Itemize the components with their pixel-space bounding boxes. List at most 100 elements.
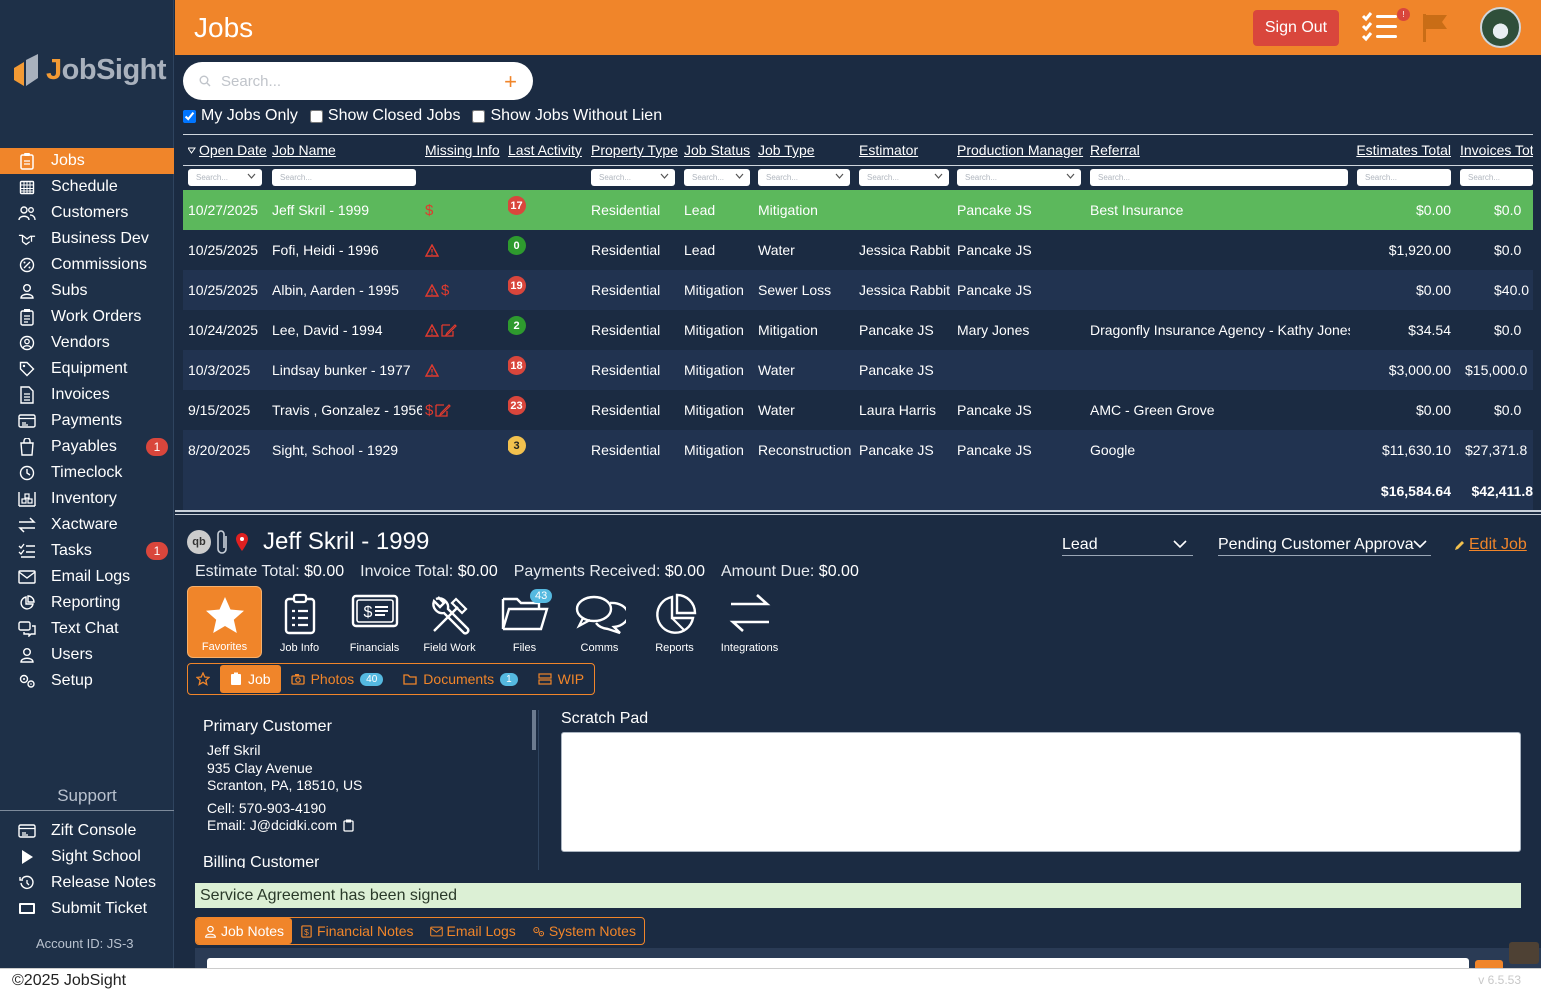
column-filter-input[interactable]: Search...	[859, 169, 949, 186]
map-pin-icon[interactable]	[235, 532, 249, 552]
job-status-select[interactable]: Lead	[1062, 534, 1193, 556]
sidebar-item-customers[interactable]: Customers	[0, 200, 174, 226]
column-header[interactable]: Job Status	[684, 135, 756, 165]
column-header[interactable]: Job Name	[272, 135, 422, 165]
filter-checkbox[interactable]	[183, 109, 196, 123]
subtab-wip[interactable]: WIP	[528, 665, 594, 693]
cell-job-name[interactable]: Lee, David - 1994	[272, 310, 422, 350]
column-header[interactable]: Estimator	[859, 135, 955, 165]
sidebar-item-email-logs[interactable]: Email Logs	[0, 564, 174, 590]
tab-favorites[interactable]: Favorites	[187, 586, 262, 658]
customer-email[interactable]: Email: J@dcidki.com	[207, 817, 337, 835]
sidebar-item-payments[interactable]: Payments	[0, 408, 174, 434]
scratch-pad-input[interactable]	[561, 732, 1521, 852]
search-input[interactable]	[221, 72, 491, 90]
support-item-release-notes[interactable]: Release Notes	[0, 870, 174, 896]
sidebar-item-work-orders[interactable]: Work Orders	[0, 304, 174, 330]
tasks-icon[interactable]	[1361, 10, 1399, 42]
logo[interactable]: JobSight	[12, 52, 167, 88]
splitter[interactable]	[175, 510, 1541, 515]
customer-cell[interactable]: Cell: 570-903-4190	[203, 800, 523, 818]
add-job-icon[interactable]: +	[504, 69, 517, 95]
cell-job-name[interactable]: Albin, Aarden - 1995	[272, 270, 422, 310]
resize-icon[interactable]	[1509, 942, 1539, 964]
note-input[interactable]	[207, 958, 1469, 968]
sidebar-item-vendors[interactable]: Vendors	[0, 330, 174, 356]
column-header[interactable]: Last Activity	[508, 135, 588, 165]
filter-checkbox[interactable]	[309, 109, 323, 123]
tab-reports[interactable]: Reports	[637, 586, 712, 658]
sidebar-item-timeclock[interactable]: Timeclock	[0, 460, 174, 486]
note-tab-financial-notes[interactable]: $ Financial Notes	[292, 918, 422, 944]
avatar[interactable]	[1480, 7, 1521, 48]
tab-financials[interactable]: $ Financials	[337, 586, 412, 658]
table-row[interactable]: 9/15/2025 Travis , Gonzalez - 1956 $23 Resi…	[183, 390, 1533, 430]
sidebar-item-jobs[interactable]: Jobs	[0, 148, 174, 174]
column-filter-input[interactable]: Search...	[591, 169, 675, 186]
tab-comms[interactable]: Comms	[562, 586, 637, 658]
column-header[interactable]: Open Date	[188, 135, 280, 165]
clipboard-copy-icon[interactable]	[343, 819, 354, 832]
support-item-submit-ticket[interactable]: Submit Ticket	[0, 896, 174, 922]
sidebar-item-commissions[interactable]: Commissions	[0, 252, 174, 278]
column-filter-input[interactable]: Search...	[188, 169, 262, 186]
table-row[interactable]: 10/25/2025 Albin, Aarden - 1995 $19 Residen…	[183, 270, 1533, 310]
table-row[interactable]: 10/25/2025 Fofi, Heidi - 1996 0 Residential…	[183, 230, 1533, 270]
sidebar-item-subs[interactable]: Subs	[0, 278, 174, 304]
send-note-button[interactable]	[1475, 960, 1503, 968]
column-filter-input[interactable]: Search...	[1460, 169, 1533, 186]
sidebar-item-xactware[interactable]: Xactware	[0, 512, 174, 538]
column-filter-input[interactable]: Search...	[1090, 169, 1348, 186]
cell-job-name[interactable]: Fofi, Heidi - 1996	[272, 230, 422, 270]
tab-integrations[interactable]: Integrations	[712, 586, 787, 658]
column-header[interactable]: Job Type	[758, 135, 856, 165]
column-filter-input[interactable]: Search...	[758, 169, 850, 186]
filter-show-closed-jobs[interactable]: Show Closed Jobs	[309, 107, 460, 125]
sidebar-item-payables[interactable]: Payables 1	[0, 434, 174, 460]
sidebar-item-schedule[interactable]: Schedule	[0, 174, 174, 200]
note-tab-system-notes[interactable]: System Notes	[524, 918, 644, 944]
column-filter-input[interactable]: Search...	[272, 169, 416, 186]
column-header[interactable]: Missing Info	[425, 135, 505, 165]
filter-show-jobs-without-lien[interactable]: Show Jobs Without Lien	[472, 107, 662, 125]
filter-my-jobs-only[interactable]: My Jobs Only	[183, 107, 298, 125]
table-row[interactable]: 10/3/2025 Lindsay bunker - 1977 18 Resident…	[183, 350, 1533, 390]
cell-job-name[interactable]: Jeff Skril - 1999	[272, 190, 422, 230]
note-tab-email-logs[interactable]: Email Logs	[422, 918, 524, 944]
support-item-zift-console[interactable]: Zift Console	[0, 818, 174, 844]
column-filter-input[interactable]: Search...	[1357, 169, 1451, 186]
sidebar-item-text-chat[interactable]: Text Chat	[0, 616, 174, 642]
tab-field-work[interactable]: Field Work	[412, 586, 487, 658]
sidebar-item-reporting[interactable]: Reporting	[0, 590, 174, 616]
flag-icon[interactable]	[1421, 12, 1451, 44]
subtab-photos[interactable]: Photos 40	[281, 665, 394, 693]
sign-out-button[interactable]: Sign Out	[1253, 10, 1339, 46]
note-tab-job-notes[interactable]: Job Notes	[196, 918, 293, 944]
sidebar-item-users[interactable]: Users	[0, 642, 174, 668]
table-row[interactable]: 10/27/2025 Jeff Skril - 1999 $17 Residentia…	[183, 190, 1533, 230]
column-filter-input[interactable]: Search...	[957, 169, 1081, 186]
column-header[interactable]: Property Type	[591, 135, 681, 165]
table-row[interactable]: 10/24/2025 Lee, David - 1994 2 Residential M…	[183, 310, 1533, 350]
sidebar-item-equipment[interactable]: Equipment	[0, 356, 174, 382]
column-filter-input[interactable]: Search...	[684, 169, 750, 186]
table-row[interactable]: 8/20/2025 Sight, School - 1929 3 Residentia…	[183, 430, 1533, 470]
paperclip-icon[interactable]	[215, 529, 231, 555]
sidebar-item-inventory[interactable]: Inventory	[0, 486, 174, 512]
sidebar-item-invoices[interactable]: Invoices	[0, 382, 174, 408]
subtab-job[interactable]: Job	[220, 665, 281, 693]
filter-checkbox[interactable]	[472, 109, 486, 123]
sidebar-item-tasks[interactable]: Tasks 1	[0, 538, 174, 564]
cell-job-name[interactable]: Lindsay bunker - 1977	[272, 350, 422, 390]
scrollbar[interactable]	[532, 710, 536, 750]
job-substatus-select[interactable]: Pending Customer Approva	[1218, 534, 1431, 556]
edit-job-link[interactable]: Edit Job	[1453, 536, 1527, 554]
tab-job-info[interactable]: Job Info	[262, 586, 337, 658]
subtab-documents[interactable]: Documents 1	[393, 665, 527, 693]
cell-job-name[interactable]: Travis , Gonzalez - 1956	[272, 390, 422, 430]
sidebar-item-setup[interactable]: Setup	[0, 668, 174, 694]
sidebar-item-business-dev[interactable]: Business Dev	[0, 226, 174, 252]
cell-job-name[interactable]: Sight, School - 1929	[272, 430, 422, 470]
favorite-star-button[interactable]	[188, 665, 218, 693]
column-header[interactable]: Referral	[1090, 135, 1350, 165]
